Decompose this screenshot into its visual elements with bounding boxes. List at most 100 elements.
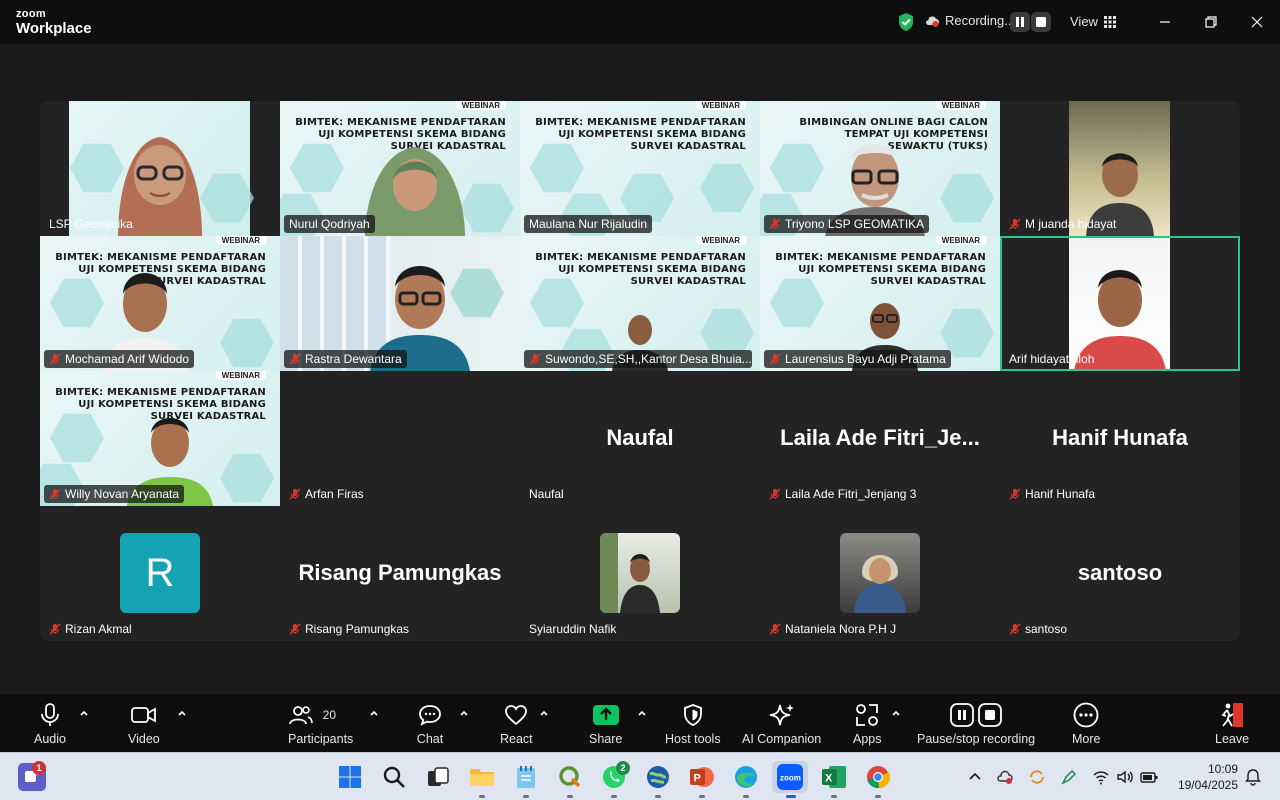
notepad-taskbar-button[interactable] (512, 763, 540, 791)
search-taskbar-button[interactable] (380, 763, 408, 791)
globe-icon (647, 766, 669, 788)
share-button[interactable]: Share (589, 702, 622, 746)
close-icon (1251, 16, 1263, 28)
audio-button[interactable]: Audio (34, 702, 66, 746)
edge-browser-icon (735, 766, 757, 788)
participant-tile[interactable]: Risang Pamungkas Risang Pamungkas (280, 506, 520, 641)
participant-name-tag: Willy Novan Aryanata (44, 485, 185, 503)
excel-taskbar-button[interactable]: X (820, 763, 848, 791)
participant-tile[interactable]: Hanif Hunafa Hanif Hunafa (1000, 371, 1240, 506)
participant-name-tag: Rastra Dewantara (284, 350, 407, 368)
participant-tile[interactable]: Naufal Naufal (520, 371, 760, 506)
restore-button[interactable] (1199, 10, 1223, 34)
battery-icon[interactable] (1140, 768, 1158, 786)
leave-door-icon (1221, 703, 1244, 727)
avatar-photo (600, 533, 660, 613)
whatsapp-notification-badge: 2 (616, 761, 630, 775)
close-window-button[interactable] (1245, 10, 1269, 34)
participant-tile[interactable]: santoso santoso (1000, 506, 1240, 641)
pause-icon (1016, 17, 1024, 27)
volume-icon[interactable] (1116, 768, 1134, 786)
participant-name: Arif hidayatulloh (1009, 352, 1095, 366)
video-button[interactable]: Video (128, 702, 160, 746)
view-button[interactable]: View (1070, 14, 1116, 29)
participant-tile[interactable]: M juanda hidayat (1000, 101, 1240, 236)
participant-tile[interactable]: Arfan Firas (280, 371, 520, 506)
participant-name-tag: Nurul Qodriyah (284, 215, 375, 233)
participant-tile[interactable]: Nataniela Nora P.H J (760, 506, 1000, 641)
qgis-taskbar-button[interactable] (556, 763, 584, 791)
system-clock[interactable]: 10:09 19/04/2025 (1170, 761, 1238, 793)
participant-name-tag: Hanif Hunafa (1004, 485, 1100, 503)
participant-tile[interactable]: WEBINAR BIMTEK: MEKANISME PENDAFTARAN UJ… (40, 371, 280, 506)
mic-muted-icon (1009, 218, 1021, 230)
participant-tile[interactable]: Arif hidayatulloh (1000, 236, 1240, 371)
avatar (600, 533, 680, 613)
host-tools-button[interactable]: Host tools (665, 702, 721, 746)
participant-tile[interactable]: Rastra Dewantara (280, 236, 520, 371)
zoom-taskbar-button[interactable]: zoom (772, 761, 808, 793)
participant-name: Rizan Akmal (65, 622, 132, 636)
mic-muted-icon (769, 353, 781, 365)
participant-tile[interactable]: Syiaruddin Nafik (520, 506, 760, 641)
show-hidden-icons-chevron-icon[interactable] (966, 768, 984, 786)
react-button[interactable]: React (500, 702, 533, 746)
sync-app-icon[interactable] (1028, 768, 1046, 786)
cloud-sync-icon[interactable] (996, 768, 1014, 786)
slide-title-line: UJI KOMPETENSI SKEMA BIDANG (558, 129, 746, 140)
participant-tile[interactable]: R Rizan Akmal (40, 506, 280, 641)
participant-tile[interactable]: WEBINAR BIMTEK: MEKANISME PENDAFTARAN UJ… (40, 236, 280, 371)
participant-tile[interactable]: Laila Ade Fitri_Je... Laila Ade Fitri_Je… (760, 371, 1000, 506)
globe-app-taskbar-button[interactable] (644, 763, 672, 791)
participant-tile[interactable]: LSP Geomatika (40, 101, 280, 236)
notifications-bell-icon[interactable] (1244, 768, 1262, 786)
audio-options-caret-icon[interactable] (79, 708, 89, 718)
chat-options-caret-icon[interactable] (459, 708, 469, 718)
pause-recording-button[interactable] (1010, 12, 1030, 32)
participant-gallery: LSP Geomatika WEBINAR BIMTEK: MEKANISME … (40, 101, 1240, 641)
apps-options-caret-icon[interactable] (891, 708, 901, 718)
participant-name: M juanda hidayat (1025, 217, 1117, 231)
share-screen-icon (592, 705, 619, 725)
participant-name: Triyono LSP GEOMATIKA (785, 217, 925, 231)
file-explorer-taskbar-button[interactable] (468, 763, 496, 791)
participant-name: Laila Ade Fitri_Jenjang 3 (785, 487, 917, 501)
participants-options-caret-icon[interactable] (369, 708, 379, 718)
task-view-button[interactable] (424, 763, 452, 791)
video-options-caret-icon[interactable] (177, 708, 187, 718)
share-options-caret-icon[interactable] (637, 708, 647, 718)
participant-tile[interactable]: WEBINAR BIMTEK: MEKANISME PENDAFTARAN UJ… (760, 236, 1000, 371)
more-button[interactable]: More (1072, 702, 1100, 746)
participant-name: Suwondo,SE,SH,,Kantor Desa Bhuia... (545, 352, 752, 366)
start-button[interactable] (336, 763, 364, 791)
powerpoint-taskbar-button[interactable]: P (688, 763, 716, 791)
participant-name: LSP Geomatika (49, 217, 133, 231)
participant-name-tag: Triyono LSP GEOMATIKA (764, 215, 930, 233)
chat-button[interactable]: Chat (416, 702, 444, 746)
slide-title-line: UJI KOMPETENSI SKEMA BIDANG (798, 264, 986, 275)
minimize-button[interactable] (1153, 10, 1177, 34)
stop-recording-button[interactable] (1031, 12, 1051, 32)
pen-input-icon[interactable] (1060, 768, 1078, 786)
participants-button[interactable]: 20 Participants (288, 702, 353, 746)
participant-tile[interactable]: WEBINAR BIMTEK: MEKANISME PENDAFTARAN UJ… (280, 101, 520, 236)
slide-webinar-label: WEBINAR (215, 236, 266, 245)
share-label: Share (589, 732, 623, 746)
participant-tile[interactable]: WEBINAR BIMTEK: MEKANISME PENDAFTARAN UJ… (520, 101, 760, 236)
pause-stop-recording-button[interactable]: Pause/stop recording (917, 702, 1035, 746)
participant-tile[interactable]: WEBINAR BIMBINGAN ONLINE BAGI CALON TEMP… (760, 101, 1000, 236)
encryption-shield-icon[interactable] (897, 12, 915, 32)
ai-companion-button[interactable]: AI Companion (742, 702, 821, 746)
participant-name: Arfan Firas (305, 487, 364, 501)
participant-name: Hanif Hunafa (1025, 487, 1096, 501)
chrome-taskbar-button[interactable] (864, 763, 892, 791)
slide-webinar-label: WEBINAR (935, 101, 986, 110)
wifi-icon[interactable] (1092, 768, 1110, 786)
participant-tile[interactable]: WEBINAR BIMTEK: MEKANISME PENDAFTARAN UJ… (520, 236, 760, 371)
edge-taskbar-button[interactable] (732, 763, 760, 791)
apps-button[interactable]: Apps (853, 702, 882, 746)
participant-name: Nurul Qodriyah (289, 217, 370, 231)
leave-button[interactable]: Leave (1215, 702, 1249, 746)
grid-view-icon (1103, 15, 1116, 28)
react-options-caret-icon[interactable] (539, 708, 549, 718)
